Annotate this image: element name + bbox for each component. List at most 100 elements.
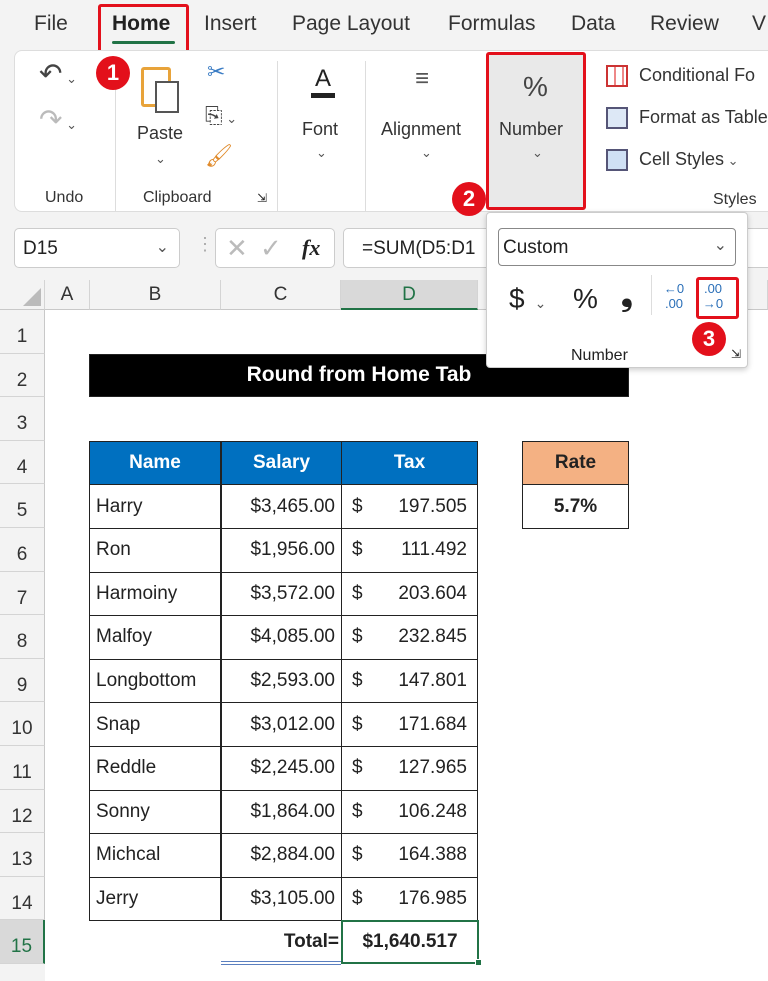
insert-function-icon[interactable]: fx [302, 235, 320, 261]
enter-icon[interactable]: ✓ [260, 233, 282, 264]
header-cell[interactable]: Tax [341, 440, 478, 486]
chevron-down-icon[interactable]: ⌄ [156, 237, 169, 257]
cut-icon[interactable]: ✂ [207, 59, 225, 85]
currency-symbol: $ [352, 800, 363, 822]
name-cell[interactable]: Malfoy [89, 615, 221, 660]
name-box[interactable]: D15 ⌄ [14, 228, 180, 268]
salary-cell[interactable]: $4,085.00 [221, 615, 342, 660]
name-cell[interactable]: Harry [89, 484, 221, 529]
name-cell[interactable]: Longbottom [89, 658, 221, 704]
tax-cell[interactable]: $127.965 [341, 746, 478, 791]
total-value-cell[interactable]: $1,640.517 [341, 920, 479, 964]
paste-button[interactable]: Paste [137, 123, 183, 144]
font-button[interactable]: Font [302, 119, 338, 140]
tab-file[interactable]: File [34, 12, 68, 36]
tab-formulas[interactable]: Formulas [448, 12, 536, 36]
tax-value: 197.505 [398, 495, 467, 517]
row-header-7[interactable]: 7 [0, 571, 45, 616]
total-label: Total= [283, 931, 339, 953]
salary-cell[interactable]: $2,593.00 [221, 658, 342, 704]
row-header-5[interactable]: 5 [0, 484, 45, 528]
font-chevron-icon[interactable]: ⌄ [316, 145, 327, 161]
tax-cell[interactable]: $232.845 [341, 615, 478, 660]
format-as-table-button[interactable]: Format as Table [639, 107, 768, 128]
alignment-chevron-icon[interactable]: ⌄ [421, 145, 432, 161]
accounting-format-button[interactable]: $ ⌄ [509, 283, 546, 315]
row-header-6[interactable]: 6 [0, 528, 45, 572]
row-header-12[interactable]: 12 [0, 789, 45, 834]
tax-cell[interactable]: $147.801 [341, 658, 478, 704]
undo-group-label: Undo [45, 189, 84, 206]
salary-cell[interactable]: $3,012.00 [221, 702, 342, 747]
column-header-c[interactable]: C [221, 280, 341, 310]
row-header-3[interactable]: 3 [0, 397, 45, 441]
step-badge-1: 1 [96, 56, 130, 90]
tax-cell[interactable]: $197.505 [341, 484, 478, 529]
comma-style-button[interactable]: ❟ [621, 279, 633, 313]
tab-data[interactable]: Data [571, 12, 615, 36]
header-cell[interactable]: Name [89, 440, 221, 486]
row-header-11[interactable]: 11 [0, 746, 45, 790]
name-cell[interactable]: Michcal [89, 833, 221, 878]
select-all[interactable] [0, 280, 45, 310]
tab-insert[interactable]: Insert [204, 12, 257, 36]
tax-cell[interactable]: $106.248 [341, 789, 478, 835]
salary-cell[interactable]: $3,105.00 [221, 876, 342, 922]
name-cell[interactable]: Harmoiny [89, 571, 221, 617]
tab-view[interactable]: V [752, 12, 766, 36]
paste-icon[interactable] [141, 63, 183, 113]
column-header-d[interactable]: D [341, 280, 478, 310]
styles-group-label: Styles [713, 191, 757, 208]
row-header-14[interactable]: 14 [0, 876, 45, 921]
name-cell[interactable]: Reddle [89, 746, 221, 791]
fill-handle[interactable] [475, 959, 482, 966]
redo-icon: ↷ ⌄ [39, 104, 77, 135]
tab-page-layout[interactable]: Page Layout [292, 12, 410, 36]
percent-style-button[interactable]: % [573, 283, 598, 315]
salary-cell[interactable]: $3,572.00 [221, 571, 342, 617]
row-header-1[interactable]: 1 [0, 310, 45, 354]
row-header-4[interactable]: 4 [0, 440, 45, 485]
row-header-13[interactable]: 13 [0, 833, 45, 877]
dialog-launcher-icon[interactable]: ⇲ [257, 191, 267, 205]
tab-review[interactable]: Review [650, 12, 719, 36]
paste-chevron-icon[interactable]: ⌄ [155, 151, 166, 167]
formula-buttons: ✕ ✓ fx [215, 228, 335, 268]
step-badge-2: 2 [452, 182, 486, 216]
salary-cell[interactable]: $2,884.00 [221, 833, 342, 878]
tax-cell[interactable]: $164.388 [341, 833, 478, 878]
cancel-icon[interactable]: ✕ [226, 233, 248, 264]
name-cell[interactable]: Jerry [89, 876, 221, 922]
name-cell[interactable]: Ron [89, 528, 221, 573]
undo-icon[interactable]: ↶ ⌄ [39, 57, 77, 90]
column-header-a[interactable]: A [45, 280, 90, 310]
conditional-formatting-button[interactable]: Conditional Fo [639, 65, 755, 86]
row-header-9[interactable]: 9 [0, 658, 45, 703]
cell-styles-button[interactable]: Cell Styles ⌄ [639, 149, 739, 170]
row-header-2[interactable]: 2 [0, 353, 45, 398]
name-cell[interactable]: Sonny [89, 789, 221, 835]
tax-cell[interactable]: $171.684 [341, 702, 478, 747]
salary-cell[interactable]: $1,864.00 [221, 789, 342, 835]
number-format-select[interactable]: Custom ⌄ [498, 228, 736, 266]
tax-cell[interactable]: $176.985 [341, 876, 478, 922]
alignment-button[interactable]: Alignment [381, 119, 461, 140]
cell-styles-icon [606, 149, 628, 171]
tax-cell[interactable]: $203.604 [341, 571, 478, 617]
copy-icon[interactable]: ⎘ ⌄ [205, 103, 237, 129]
name-cell[interactable]: Snap [89, 702, 221, 747]
format-painter-icon[interactable]: 🖌 [205, 143, 233, 169]
header-cell[interactable]: Salary [221, 440, 342, 486]
dialog-launcher-icon[interactable]: ⇲ [731, 347, 741, 361]
column-header-b[interactable]: B [90, 280, 221, 310]
increase-decimal-button[interactable]: ←0 .00 [661, 281, 687, 311]
rate-header-cell[interactable]: Rate [522, 440, 629, 486]
salary-cell[interactable]: $1,956.00 [221, 528, 342, 573]
tax-cell[interactable]: $111.492 [341, 528, 478, 573]
salary-cell[interactable]: $2,245.00 [221, 746, 342, 791]
salary-cell[interactable]: $3,465.00 [221, 484, 342, 529]
row-header-15[interactable]: 15 [0, 920, 45, 964]
row-header-8[interactable]: 8 [0, 615, 45, 659]
rate-value-cell[interactable]: 5.7% [522, 484, 629, 529]
row-header-10[interactable]: 10 [0, 702, 45, 746]
